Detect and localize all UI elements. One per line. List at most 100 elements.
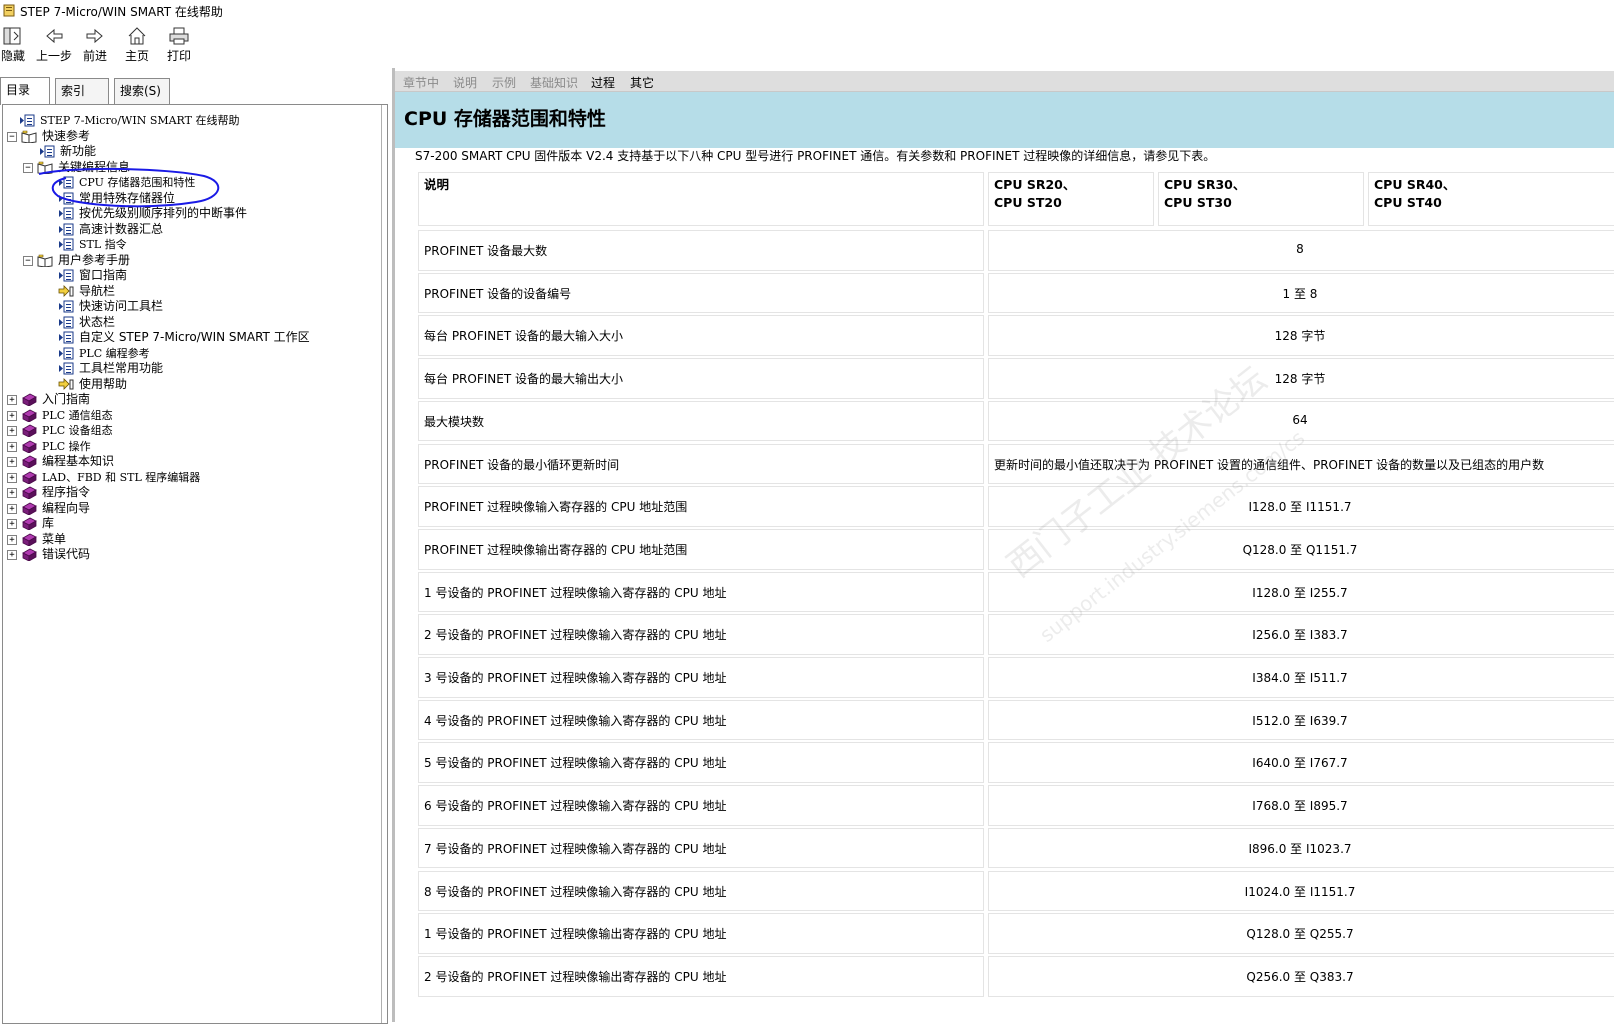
- nav-link[interactable]: 其它: [630, 74, 654, 91]
- table-row: 1 号设备的 PROFINET 过程映像输入寄存器的 CPU 地址 I128.0 …: [418, 571, 1614, 613]
- tree-node[interactable]: − 用户参考手册: [3, 253, 383, 269]
- value-text: 64: [1292, 412, 1308, 427]
- tree-node-label: CPU 存储器范围和特性: [79, 176, 196, 189]
- tree-node[interactable]: 新功能: [3, 144, 383, 160]
- tree-node-label: PLC 操作: [42, 439, 91, 453]
- page-icon: [59, 331, 74, 344]
- expand-icon[interactable]: +: [7, 395, 17, 405]
- page-icon: [59, 362, 74, 375]
- collapse-icon[interactable]: −: [7, 131, 17, 142]
- tree-node[interactable]: PLC 编程参考: [3, 346, 383, 362]
- table-desc-cell: 2 号设备的 PROFINET 过程映像输入寄存器的 CPU 地址: [418, 614, 984, 655]
- tree-node[interactable]: + PLC 设备组态: [3, 423, 383, 439]
- expand-icon[interactable]: +: [7, 503, 17, 514]
- nav-link[interactable]: 基础知识: [530, 74, 578, 91]
- tree-node[interactable]: − 快速参考: [3, 129, 383, 145]
- table-desc-cell: 最大模块数: [418, 400, 984, 442]
- nav-link[interactable]: 说明: [453, 74, 477, 91]
- page-icon: [20, 114, 35, 127]
- closed-book-icon: [22, 502, 37, 515]
- expand-icon[interactable]: +: [7, 550, 17, 560]
- open-book-icon: [21, 130, 37, 143]
- tree-node[interactable]: + PLC 操作: [3, 439, 383, 455]
- content-pane: 章节中 说明 示例 基础知识 过程 其它 CPU 存储器范围和特性 S7-200 SMAR…: [395, 68, 1614, 1022]
- page-icon: [59, 223, 74, 235]
- topic-nav-bar: 章节中 说明 示例 基础知识 过程 其它: [395, 71, 1614, 92]
- home-button[interactable]: 主页: [122, 26, 152, 66]
- tree-node[interactable]: 按优先级别顺序排列的中断事件: [3, 206, 383, 222]
- value-text: I128.0 至 I255.7: [1252, 585, 1348, 600]
- expand-icon[interactable]: +: [7, 410, 17, 421]
- table-row: 2 号设备的 PROFINET 过程映像输入寄存器的 CPU 地址 I256.0 …: [418, 614, 1614, 655]
- tree-node[interactable]: + 编程基本知识: [3, 454, 383, 470]
- page-icon: [59, 269, 74, 282]
- tree-node[interactable]: 自定义 STEP 7-Micro/WIN SMART 工作区: [3, 330, 383, 346]
- tree-node-label: 快速访问工具栏: [79, 299, 164, 313]
- table-row: 4 号设备的 PROFINET 过程映像输入寄存器的 CPU 地址 I512.0 …: [418, 699, 1614, 741]
- table-row: 1 号设备的 PROFINET 过程映像输出寄存器的 CPU 地址 Q128.0 …: [418, 913, 1614, 954]
- tree-node[interactable]: STEP 7-Micro/WIN SMART 在线帮助: [3, 113, 383, 129]
- tree-node-label: STL 指令: [79, 238, 127, 251]
- desc-text: PROFINET 设备的最小循环更新时间: [424, 457, 620, 472]
- header-line-1: 说明: [424, 177, 450, 192]
- tree-node[interactable]: 窗口指南: [3, 268, 383, 284]
- desc-text: 最大模块数: [424, 414, 485, 429]
- tree-node[interactable]: 高速计数器汇总: [3, 222, 383, 238]
- expand-icon[interactable]: +: [7, 534, 17, 545]
- collapse-icon[interactable]: −: [23, 162, 33, 173]
- tree-node[interactable]: 工具栏常用功能: [3, 361, 383, 377]
- tree-node[interactable]: 常用特殊存储器位: [3, 191, 383, 207]
- tree-node[interactable]: 导航栏: [3, 284, 383, 300]
- link-page-icon: [58, 284, 74, 297]
- table-row: 7 号设备的 PROFINET 过程映像输入寄存器的 CPU 地址 I896.0 …: [418, 827, 1614, 869]
- expand-icon[interactable]: +: [7, 488, 17, 498]
- expand-icon[interactable]: +: [7, 441, 17, 452]
- print-button[interactable]: 打印: [164, 26, 194, 66]
- nav-link[interactable]: 章节中: [403, 74, 439, 91]
- expand-icon[interactable]: +: [7, 472, 17, 483]
- tree-node[interactable]: + PLC 通信组态: [3, 408, 383, 424]
- tree-node-label: 程序指令: [42, 485, 91, 499]
- tree-node-label: 自定义 STEP 7-Micro/WIN SMART 工作区: [79, 330, 310, 344]
- tree-node[interactable]: + 编程向导: [3, 501, 383, 517]
- tree-node[interactable]: STL 指令: [3, 237, 383, 253]
- expand-icon[interactable]: +: [7, 519, 17, 529]
- expand-icon[interactable]: +: [7, 457, 17, 467]
- tree-node[interactable]: CPU 存储器范围和特性: [3, 175, 383, 191]
- tree-node-label: 编程向导: [42, 500, 91, 515]
- tree-node[interactable]: − 关键编程信息: [3, 160, 383, 176]
- tree-node[interactable]: + 入门指南: [3, 392, 383, 408]
- table-desc-cell: 3 号设备的 PROFINET 过程映像输入寄存器的 CPU 地址: [418, 657, 984, 698]
- nav-link[interactable]: 过程: [591, 74, 615, 91]
- tree-node[interactable]: 快速访问工具栏: [3, 299, 383, 315]
- collapse-icon[interactable]: −: [23, 255, 33, 266]
- open-book-icon: [37, 254, 53, 267]
- printer-icon: [169, 27, 189, 45]
- tree-node[interactable]: 使用帮助: [3, 377, 383, 393]
- table-row: 3 号设备的 PROFINET 过程映像输入寄存器的 CPU 地址 I384.0 …: [418, 657, 1614, 698]
- tree-node[interactable]: + LAD、FBD 和 STL 程序编辑器: [3, 470, 383, 486]
- tab-index[interactable]: 索引(N): [55, 78, 109, 122]
- navigation-pane: 目录(C) 索引(N) 搜索(S) STEP 7-Micro/WIN SMART…: [0, 68, 392, 1024]
- tab-search[interactable]: 搜索(S): [114, 78, 170, 104]
- back-button[interactable]: 上一步: [34, 26, 74, 66]
- table-row: PROFINET 过程映像输入寄存器的 CPU 地址范围 I128.0 至 I11…: [418, 486, 1614, 527]
- tree-node[interactable]: + 库: [3, 516, 383, 532]
- forward-button[interactable]: 前进: [80, 26, 110, 66]
- hide-button[interactable]: 隐藏: [0, 26, 26, 66]
- page-icon: [59, 238, 74, 251]
- table-desc-cell: 每台 PROFINET 设备的最大输出大小: [418, 358, 984, 399]
- tab-contents[interactable]: 目录(C): [0, 77, 50, 121]
- tree-node[interactable]: + 菜单: [3, 532, 383, 548]
- nav-link[interactable]: 示例: [492, 74, 516, 91]
- table-row: PROFINET 设备的最小循环更新时间 更新时间的最小值还取决于为 PROFIN…: [418, 443, 1614, 485]
- table-header-cell: CPU SR30、 CPU ST30: [1158, 172, 1364, 226]
- tree-node[interactable]: + 错误代码: [3, 547, 383, 563]
- expand-icon[interactable]: +: [7, 426, 17, 436]
- value-text: 128 字节: [1274, 329, 1326, 344]
- tree-node[interactable]: + 程序指令: [3, 485, 383, 501]
- tree-node[interactable]: 状态栏: [3, 315, 383, 331]
- table-value-cell: I896.0 至 I1023.7: [988, 827, 1614, 869]
- tree-node-label: STEP 7-Micro/WIN SMART 在线帮助: [40, 114, 240, 127]
- tree-node-label: 库: [42, 516, 55, 530]
